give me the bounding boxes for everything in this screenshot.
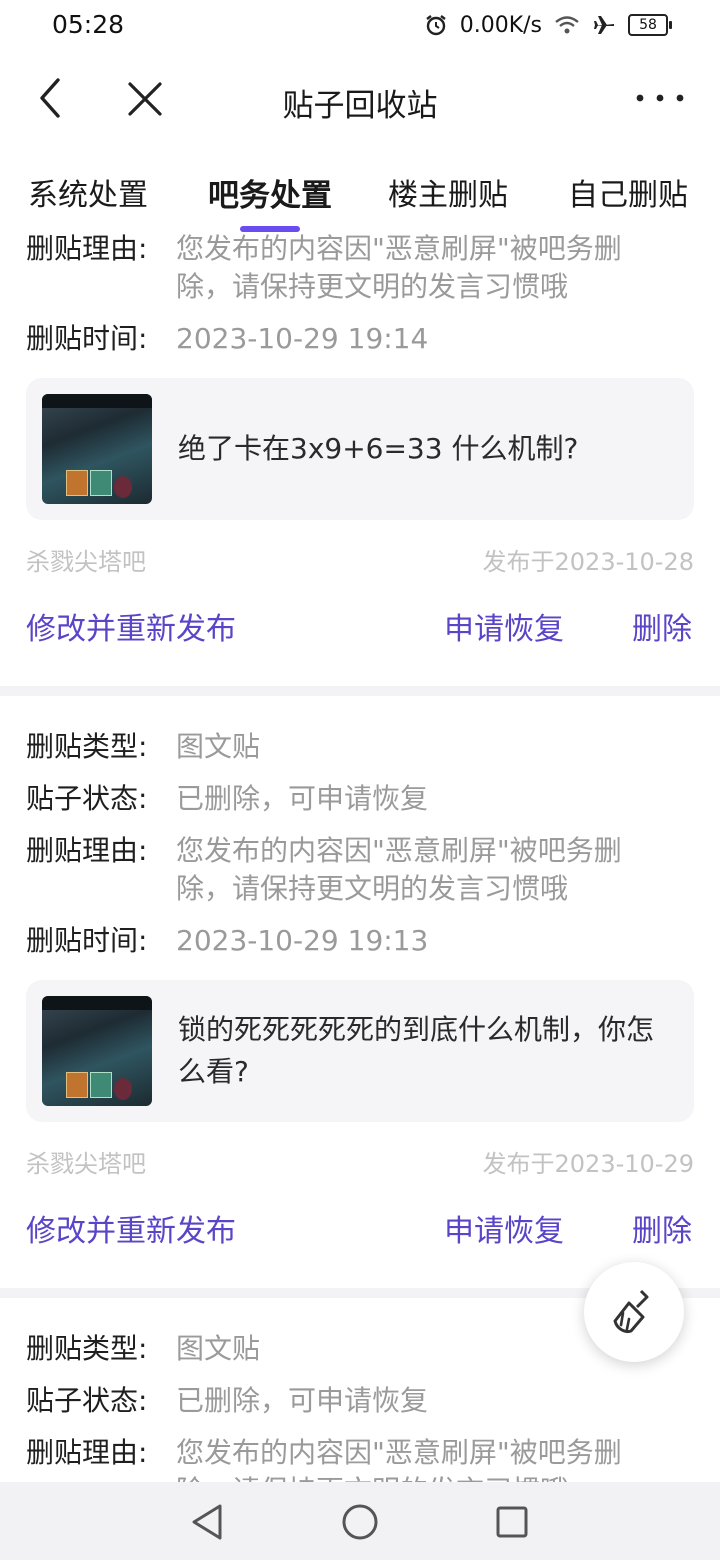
reason-value: 您发布的内容因"恶意刷屏"被吧务删除，请保持更文明的发言习惯哦 <box>176 1436 622 1482</box>
post-title: 绝了卡在3x9+6=33 什么机制? <box>178 432 579 465</box>
status-row: 贴子状态: 已删除，可申请恢复 <box>26 1382 694 1420</box>
post-thumbnail <box>42 996 152 1106</box>
time-value: 2023-10-29 19:13 <box>176 924 429 957</box>
system-navigation-bar <box>0 1482 720 1560</box>
reason-row: 删贴理由: 您发布的内容因"恶意刷屏"被吧务删除，请保持更文明的发言习惯哦 <box>26 1434 694 1482</box>
recents-square-icon[interactable] <box>492 1502 532 1542</box>
type-row: 删贴类型: 图文贴 <box>26 728 694 766</box>
post-thumbnail <box>42 394 152 504</box>
post-preview[interactable]: 绝了卡在3x9+6=33 什么机制? <box>26 378 694 520</box>
forum-name[interactable]: 杀戮尖塔吧 <box>26 542 146 576</box>
delete-button[interactable]: 删除 <box>632 1206 692 1250</box>
time-label: 删贴时间: <box>26 322 148 355</box>
network-speed: 0.00K/s <box>459 12 542 38</box>
type-value: 图文贴 <box>176 730 261 763</box>
tab-system-handling[interactable]: 系统处置 <box>28 170 148 214</box>
action-row: 修改并重新发布 申请恢复 删除 <box>26 1192 694 1282</box>
time-row: 删贴时间: 2023-10-29 19:14 <box>26 320 694 358</box>
reason-row: 删贴理由: 您发布的内容因"恶意刷屏"被吧务删除，请保持更文明的发言习惯哦 <box>26 230 694 306</box>
status-label: 贴子状态: <box>26 1384 148 1417</box>
type-label: 删贴类型: <box>26 1332 148 1365</box>
status-icons: 0.00K/s 58 <box>424 10 672 40</box>
reason-value: 您发布的内容因"恶意刷屏"被吧务删除，请保持更文明的发言习惯哦 <box>176 834 622 905</box>
tab-moderator-handling[interactable]: 吧务处置 <box>208 170 332 215</box>
delete-button[interactable]: 删除 <box>632 604 692 648</box>
apply-restore-button[interactable]: 申请恢复 <box>444 604 564 648</box>
publish-date: 发布于2023-10-28 <box>482 548 694 576</box>
publish-date: 发布于2023-10-29 <box>482 1150 694 1178</box>
reason-row: 删贴理由: 您发布的内容因"恶意刷屏"被吧务删除，请保持更文明的发言习惯哦 <box>26 832 694 908</box>
apply-restore-button[interactable]: 申请恢复 <box>444 1206 564 1250</box>
time-label: 删贴时间: <box>26 924 148 957</box>
post-title: 锁的死死死死死的到底什么机制，你怎么看? <box>178 1013 655 1088</box>
clear-all-button[interactable] <box>584 1262 684 1362</box>
battery-icon: 58 <box>628 14 672 36</box>
airplane-icon <box>594 16 614 34</box>
home-circle-icon[interactable] <box>340 1502 380 1542</box>
tab-owner-deleted[interactable]: 楼主删贴 <box>388 170 508 214</box>
status-bar: 05:28 0.00K/s 58 <box>0 0 720 50</box>
wifi-icon <box>555 16 579 34</box>
time-row: 删贴时间: 2023-10-29 19:13 <box>26 922 694 960</box>
deleted-post-card: 删贴类型: 图文贴 贴子状态: 已删除，可申请恢复 删贴理由: 您发布的内容因"… <box>0 728 720 1282</box>
back-triangle-icon[interactable] <box>188 1502 228 1542</box>
card-divider <box>0 686 720 696</box>
deleted-post-card: 删贴理由: 您发布的内容因"恶意刷屏"被吧务删除，请保持更文明的发言习惯哦 删贴… <box>0 226 720 680</box>
broom-icon <box>613 1289 649 1333</box>
reason-label: 删贴理由: <box>26 232 148 265</box>
forum-name[interactable]: 杀戮尖塔吧 <box>26 1144 146 1178</box>
time-value: 2023-10-29 19:14 <box>176 322 429 355</box>
reason-label: 删贴理由: <box>26 834 148 867</box>
status-value: 已删除，可申请恢复 <box>176 782 429 815</box>
post-preview[interactable]: 锁的死死死死死的到底什么机制，你怎么看? <box>26 980 694 1122</box>
more-icon[interactable] <box>630 80 690 116</box>
tab-bar: 系统处置 吧务处置 楼主删贴 自己删贴 <box>0 160 720 236</box>
status-time: 05:28 <box>52 10 125 39</box>
reason-label: 删贴理由: <box>26 1436 148 1469</box>
status-row: 贴子状态: 已删除，可申请恢复 <box>26 780 694 818</box>
edit-republish-button[interactable]: 修改并重新发布 <box>26 1206 236 1250</box>
post-meta: 杀戮尖塔吧 发布于2023-10-28 <box>26 542 694 576</box>
action-row: 修改并重新发布 申请恢复 删除 <box>26 590 694 680</box>
post-meta: 杀戮尖塔吧 发布于2023-10-29 <box>26 1144 694 1178</box>
top-nav-bar: 贴子回收站 <box>0 60 720 140</box>
page-title: 贴子回收站 <box>282 88 438 124</box>
status-label: 贴子状态: <box>26 782 148 815</box>
tab-self-deleted[interactable]: 自己删贴 <box>568 170 688 214</box>
alarm-icon <box>425 15 446 36</box>
reason-value: 您发布的内容因"恶意刷屏"被吧务删除，请保持更文明的发言习惯哦 <box>176 232 622 303</box>
status-value: 已删除，可申请恢复 <box>176 1384 429 1417</box>
edit-republish-button[interactable]: 修改并重新发布 <box>26 604 236 648</box>
type-label: 删贴类型: <box>26 730 148 763</box>
